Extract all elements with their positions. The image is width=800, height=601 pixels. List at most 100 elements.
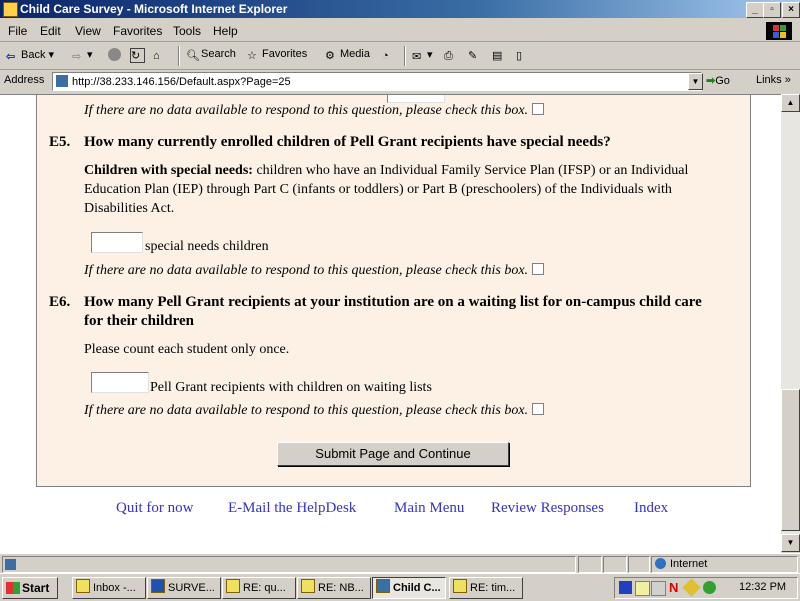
main-menu-link[interactable]: Main Menu	[394, 500, 464, 517]
clock[interactable]: 12:32 PM	[739, 581, 786, 593]
waiting-list-label: Pell Grant recipients with children on w…	[150, 380, 432, 395]
no-data-checkbox-e6[interactable]	[532, 403, 545, 415]
norton-icon[interactable]: N	[669, 581, 682, 594]
definition-e5: Children with special needs: children wh…	[84, 161, 688, 180]
mail-button[interactable]: ✉︎ ▾	[412, 48, 433, 63]
no-data-checkbox[interactable]	[532, 103, 545, 115]
menu-favorites[interactable]: Favorites	[113, 24, 162, 38]
vertical-scrollbar[interactable]: ▲ ▼	[781, 94, 800, 552]
menu-file[interactable]: File	[8, 24, 27, 38]
menu-edit[interactable]: Edit	[40, 24, 61, 38]
go-label: Go	[715, 75, 730, 87]
start-button[interactable]: Start	[2, 577, 58, 599]
task-inbox[interactable]: Inbox -...	[72, 577, 146, 599]
media-label: Media	[340, 48, 370, 60]
task-survey[interactable]: SURVE...	[147, 577, 221, 599]
discuss-button[interactable]: ▤	[492, 48, 507, 62]
stop-icon	[108, 48, 121, 61]
window-title: Child Care Survey - Microsoft Internet E…	[20, 2, 288, 16]
maximize-button[interactable]: ▫	[763, 2, 781, 18]
search-button[interactable]: 🔍︎Search	[186, 48, 236, 62]
back-arrow-icon: ⇦	[6, 51, 16, 63]
tray-green-icon[interactable]	[703, 581, 716, 594]
waiting-list-input[interactable]	[91, 372, 149, 393]
status-text-cell	[2, 556, 576, 573]
search-label: Search	[201, 48, 236, 60]
print-icon: ⎙	[444, 50, 453, 62]
no-data-row-e6: If there are no data available to respon…	[84, 401, 545, 420]
quit-link[interactable]: Quit for now	[116, 500, 194, 517]
home-button[interactable]: ⌂	[153, 48, 168, 63]
favorites-button[interactable]: ☆ Favorites	[247, 48, 307, 62]
menu-bar: File Edit View Favorites Tools Help	[0, 20, 800, 42]
history-icon: ◔	[382, 50, 389, 62]
task-label: RE: NB...	[318, 582, 364, 594]
refresh-button[interactable]: ↻	[130, 48, 147, 63]
special-needs-label: special needs children	[145, 239, 269, 254]
messenger-button[interactable]: ▯	[516, 48, 531, 62]
definition-line3: Disabilities Act.	[84, 201, 175, 216]
messenger-icon: ▯	[516, 50, 523, 62]
task-re-qu[interactable]: RE: qu...	[222, 577, 296, 599]
index-link[interactable]: Index	[634, 500, 668, 517]
scroll-up-button[interactable]: ▲	[781, 94, 800, 112]
scroll-down-button[interactable]: ▼	[781, 534, 800, 552]
address-input[interactable]: http://38.233.146.156/Default.aspx?Page=…	[52, 72, 702, 91]
tray-app-icon[interactable]	[619, 581, 632, 594]
submit-button[interactable]: Submit Page and Continue	[277, 442, 509, 466]
review-responses-link[interactable]: Review Responses	[491, 500, 604, 517]
start-label: Start	[22, 581, 50, 595]
task-label: Inbox -...	[93, 582, 136, 594]
special-needs-input[interactable]	[91, 232, 143, 253]
question-e5: How many currently enrolled children of …	[84, 134, 611, 150]
globe-icon	[655, 558, 666, 569]
edit-button[interactable]: ✎	[468, 48, 483, 62]
task-child-care[interactable]: Child C...	[372, 577, 446, 599]
forward-button[interactable]: ⇨ ▾	[72, 48, 93, 63]
go-arrow-icon: ➡	[706, 75, 716, 87]
page-icon	[56, 75, 68, 87]
close-button[interactable]: ×	[782, 2, 800, 18]
tray-diamond-icon[interactable]	[682, 578, 701, 597]
links-button[interactable]: Links »	[756, 74, 791, 86]
helpdesk-link[interactable]: E-Mail the HelpDesk	[228, 500, 356, 517]
page-viewport: If there are no data available to respon…	[0, 94, 781, 553]
instruction-e6: Please count each student only once.	[84, 342, 290, 357]
outlook-icon	[76, 579, 90, 593]
task-re-nb[interactable]: RE: NB...	[297, 577, 371, 599]
media-button[interactable]: ⚙︎ Media	[325, 48, 370, 62]
volume-icon[interactable]	[635, 581, 650, 596]
system-tray: N 12:32 PM	[614, 577, 798, 599]
survey-panel: If there are no data available to respon…	[36, 95, 751, 487]
go-button[interactable]: ➡Go	[706, 74, 730, 87]
no-data-row-prev: If there are no data available to respon…	[84, 101, 545, 120]
task-label: SURVE...	[168, 582, 215, 594]
question-e6-line1: How many Pell Grant recipients at your i…	[84, 294, 702, 310]
status-cell	[603, 556, 627, 573]
network-icon[interactable]	[651, 581, 666, 596]
search-icon: 🔍︎	[186, 50, 200, 62]
print-button[interactable]: ⎙	[444, 48, 459, 63]
menu-tools[interactable]: Tools	[173, 24, 201, 38]
question-number-e5: E5.	[49, 134, 71, 150]
address-label: Address	[4, 74, 45, 86]
task-re-tim[interactable]: RE: tim...	[449, 577, 523, 599]
scroll-thumb[interactable]	[781, 389, 800, 531]
minimize-button[interactable]: _	[746, 2, 764, 18]
no-data-text: If there are no data available to respon…	[84, 103, 529, 118]
menu-help[interactable]: Help	[213, 24, 238, 38]
refresh-icon: ↻	[130, 48, 145, 63]
menu-view[interactable]: View	[75, 24, 101, 38]
task-label: RE: qu...	[243, 582, 286, 594]
back-button[interactable]: ⇦ Back ▾	[6, 48, 54, 63]
links-label: Links	[756, 74, 782, 86]
windows-flag-icon	[6, 582, 20, 594]
mail-icon	[453, 579, 467, 593]
no-data-checkbox-e5[interactable]	[532, 263, 545, 275]
ie-icon	[376, 579, 390, 593]
address-dropdown-button[interactable]: ▼	[688, 73, 703, 90]
no-data-text: If there are no data available to respon…	[84, 263, 529, 278]
stop-button[interactable]	[108, 48, 123, 62]
definition-term: Children with special needs:	[84, 163, 253, 178]
history-button[interactable]: ◔	[382, 48, 397, 63]
